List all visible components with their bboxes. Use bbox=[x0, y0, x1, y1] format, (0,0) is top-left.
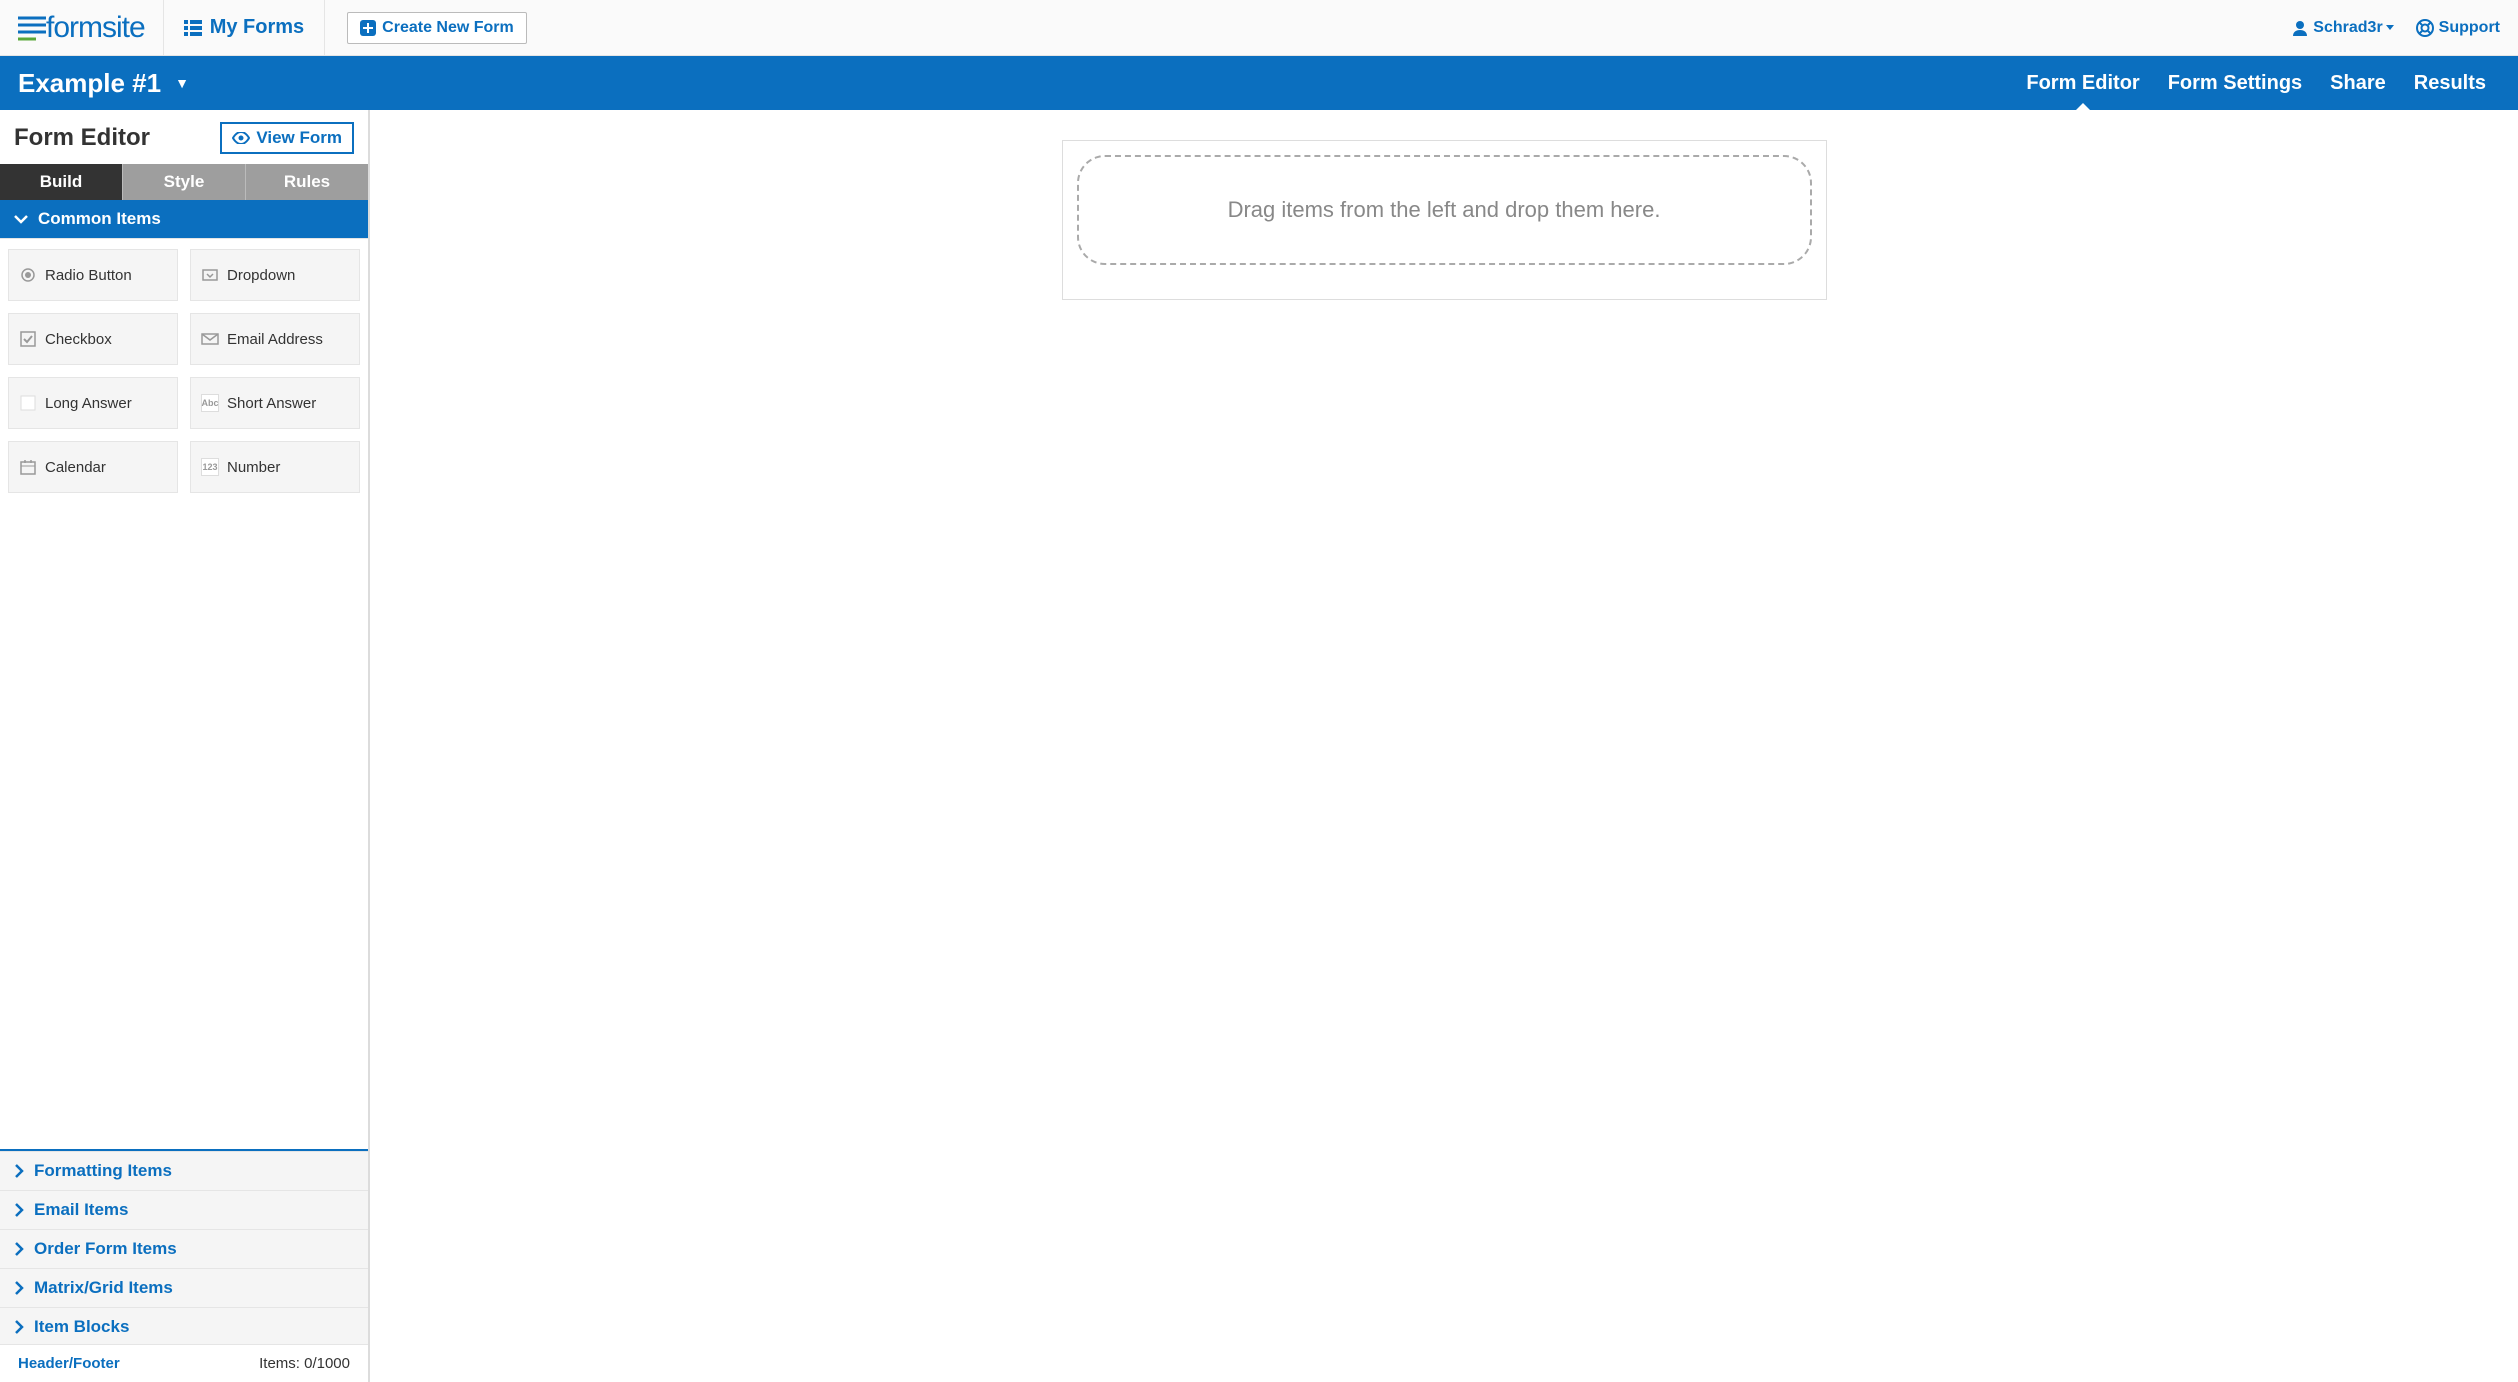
item-label: Calendar bbox=[45, 459, 106, 476]
chevron-right-icon bbox=[14, 1320, 24, 1334]
item-calendar[interactable]: Calendar bbox=[8, 441, 178, 493]
editor-title: Form Editor bbox=[14, 124, 150, 152]
view-form-label: View Form bbox=[256, 128, 342, 148]
tab-label: Build bbox=[40, 172, 83, 191]
chevron-right-icon bbox=[14, 1164, 24, 1178]
item-email-address[interactable]: Email Address bbox=[190, 313, 360, 365]
caret-down-icon bbox=[2386, 25, 2394, 30]
form-nav-bar: Example #1 ▼ Form Editor Form Settings S… bbox=[0, 56, 2518, 110]
form-nav-tabs: Form Editor Form Settings Share Results bbox=[2012, 56, 2500, 110]
chevron-right-icon bbox=[14, 1281, 24, 1295]
checkbox-icon bbox=[19, 330, 37, 348]
top-header: formsite My Forms Create New Form Schrad… bbox=[0, 0, 2518, 56]
tab-label: Style bbox=[164, 172, 205, 191]
category-label: Formatting Items bbox=[34, 1161, 172, 1181]
calendar-icon bbox=[19, 458, 37, 476]
tab-form-editor[interactable]: Form Editor bbox=[2012, 56, 2153, 110]
tab-label: Rules bbox=[284, 172, 330, 191]
category-email-items[interactable]: Email Items bbox=[0, 1190, 368, 1229]
category-matrix-grid-items[interactable]: Matrix/Grid Items bbox=[0, 1268, 368, 1307]
header-footer-link[interactable]: Header/Footer bbox=[18, 1355, 120, 1372]
category-formatting-items[interactable]: Formatting Items bbox=[0, 1151, 368, 1190]
eye-icon bbox=[232, 132, 250, 144]
item-long-answer[interactable]: Long Answer bbox=[8, 377, 178, 429]
dropdown-icon bbox=[201, 266, 219, 284]
editor-tab-style[interactable]: Style bbox=[122, 164, 245, 200]
chevron-right-icon bbox=[14, 1203, 24, 1217]
editor-tab-build[interactable]: Build bbox=[0, 164, 122, 200]
tab-label: Form Settings bbox=[2168, 72, 2302, 95]
long-answer-icon bbox=[19, 394, 37, 412]
lifebuoy-icon bbox=[2416, 19, 2434, 37]
my-forms-link[interactable]: My Forms bbox=[164, 0, 325, 55]
editor-tabs: Build Style Rules bbox=[0, 164, 368, 200]
logo[interactable]: formsite bbox=[0, 0, 164, 55]
user-menu[interactable]: Schrad3r bbox=[2278, 19, 2407, 37]
view-form-button[interactable]: View Form bbox=[220, 122, 354, 154]
tab-label: Form Editor bbox=[2026, 72, 2139, 95]
logo-icon bbox=[18, 15, 46, 41]
user-name: Schrad3r bbox=[2313, 19, 2382, 37]
drop-hint: Drag items from the left and drop them h… bbox=[1228, 197, 1661, 222]
sidebar: Form Editor View Form Build Style Rules … bbox=[0, 110, 370, 1382]
tab-share[interactable]: Share bbox=[2316, 56, 2400, 110]
editor-tab-rules[interactable]: Rules bbox=[245, 164, 368, 200]
list-icon bbox=[184, 20, 202, 36]
user-icon bbox=[2292, 20, 2308, 36]
item-dropdown[interactable]: Dropdown bbox=[190, 249, 360, 301]
form-name-dropdown[interactable]: Example #1 ▼ bbox=[18, 68, 189, 99]
sidebar-footer: Header/Footer Items: 0/1000 bbox=[0, 1344, 368, 1382]
item-radio-button[interactable]: Radio Button bbox=[8, 249, 178, 301]
item-label: Checkbox bbox=[45, 331, 112, 348]
item-label: Long Answer bbox=[45, 395, 132, 412]
category-order-form-items[interactable]: Order Form Items bbox=[0, 1229, 368, 1268]
drop-zone[interactable]: Drag items from the left and drop them h… bbox=[1077, 155, 1812, 265]
create-new-form-label: Create New Form bbox=[382, 19, 514, 37]
email-icon bbox=[201, 330, 219, 348]
item-short-answer[interactable]: Abc Short Answer bbox=[190, 377, 360, 429]
main-layout: Form Editor View Form Build Style Rules … bbox=[0, 110, 2518, 1382]
category-label: Order Form Items bbox=[34, 1239, 177, 1259]
item-label: Number bbox=[227, 459, 280, 476]
editor-header: Form Editor View Form bbox=[0, 110, 368, 164]
my-forms-label: My Forms bbox=[210, 16, 304, 39]
item-label: Dropdown bbox=[227, 267, 295, 284]
tab-label: Share bbox=[2330, 72, 2386, 95]
support-label: Support bbox=[2439, 19, 2500, 37]
abc-icon: Abc bbox=[201, 394, 219, 412]
form-canvas: Drag items from the left and drop them h… bbox=[370, 110, 2518, 1382]
number-icon: 123 bbox=[201, 458, 219, 476]
radio-icon bbox=[19, 266, 37, 284]
category-label: Matrix/Grid Items bbox=[34, 1278, 173, 1298]
item-label: Radio Button bbox=[45, 267, 132, 284]
category-item-blocks[interactable]: Item Blocks bbox=[0, 1307, 368, 1346]
form-name-text: Example #1 bbox=[18, 68, 161, 99]
canvas-box: Drag items from the left and drop them h… bbox=[1062, 140, 1827, 300]
category-label: Email Items bbox=[34, 1200, 129, 1220]
category-label: Common Items bbox=[38, 209, 161, 229]
chevron-down-icon: ▼ bbox=[175, 75, 189, 91]
items-grid: Radio Button Dropdown Checkbox Email Add… bbox=[0, 238, 368, 533]
create-new-form-button[interactable]: Create New Form bbox=[347, 12, 527, 44]
collapsed-categories: Formatting Items Email Items Order Form … bbox=[0, 1149, 368, 1346]
category-label: Item Blocks bbox=[34, 1317, 129, 1337]
items-count: Items: 0/1000 bbox=[259, 1355, 350, 1372]
logo-text: formsite bbox=[46, 11, 145, 45]
item-checkbox[interactable]: Checkbox bbox=[8, 313, 178, 365]
item-label: Email Address bbox=[227, 331, 323, 348]
chevron-right-icon bbox=[14, 1242, 24, 1256]
category-common-items[interactable]: Common Items bbox=[0, 200, 368, 238]
item-number[interactable]: 123 Number bbox=[190, 441, 360, 493]
plus-icon bbox=[360, 20, 376, 36]
tab-label: Results bbox=[2414, 72, 2486, 95]
chevron-down-icon bbox=[14, 214, 28, 224]
support-link[interactable]: Support bbox=[2408, 19, 2518, 37]
tab-form-settings[interactable]: Form Settings bbox=[2154, 56, 2316, 110]
tab-results[interactable]: Results bbox=[2400, 56, 2500, 110]
item-label: Short Answer bbox=[227, 395, 316, 412]
